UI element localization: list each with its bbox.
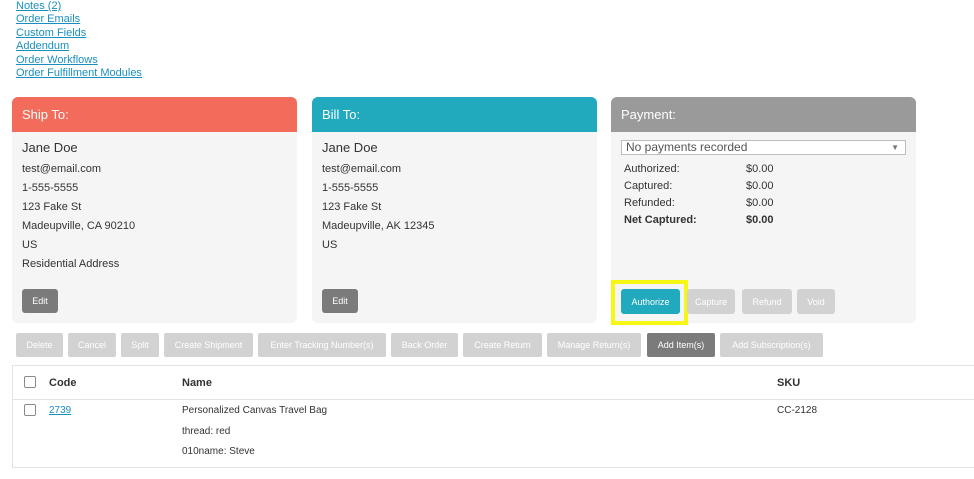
- ship-to-header: Ship To:: [12, 97, 297, 132]
- refunded-label: Refunded:: [624, 196, 675, 209]
- order-links: Notes (2) Order Emails Custom Fields Add…: [16, 0, 142, 80]
- custom-fields-link[interactable]: Custom Fields: [16, 27, 142, 40]
- authorized-label: Authorized:: [624, 162, 680, 175]
- select-all-checkbox[interactable]: [24, 376, 36, 388]
- net-captured-value: $0.00: [746, 213, 774, 226]
- order-workflows-link[interactable]: Order Workflows: [16, 54, 142, 67]
- ship-to-edit-button[interactable]: Edit: [22, 289, 58, 313]
- item-code-link[interactable]: 2739: [49, 405, 71, 416]
- sku-header: SKU: [777, 377, 801, 389]
- ship-to-country: US: [22, 239, 38, 251]
- void-button[interactable]: Void: [797, 289, 835, 314]
- bill-to-name: Jane Doe: [322, 140, 378, 155]
- cancel-button[interactable]: Cancel: [68, 333, 116, 357]
- split-button[interactable]: Split: [121, 333, 159, 357]
- delete-button[interactable]: Delete: [16, 333, 63, 357]
- ship-to-email: test@email.com: [22, 163, 102, 175]
- bill-to-card: Bill To: Jane Doe test@email.com 1-555-5…: [312, 97, 597, 323]
- ship-to-phone: 1-555-5555: [22, 182, 79, 194]
- code-header: Code: [49, 377, 77, 389]
- add-subscriptions-button[interactable]: Add Subscription(s): [720, 333, 823, 357]
- bill-to-header: Bill To:: [312, 97, 597, 132]
- addendum-link[interactable]: Addendum: [16, 40, 142, 53]
- bill-to-street: 123 Fake St: [322, 201, 382, 213]
- notes-link[interactable]: Notes (2): [16, 0, 142, 13]
- create-shipment-button[interactable]: Create Shipment: [164, 333, 253, 357]
- bill-to-city: Madeupville, AK 12345: [322, 220, 435, 232]
- item-option-thread: thread: red: [182, 426, 231, 437]
- ship-to-city: Madeupville, CA 90210: [22, 220, 136, 232]
- net-captured-label: Net Captured:: [624, 213, 697, 226]
- back-order-button[interactable]: Back Order: [391, 333, 458, 357]
- create-return-button[interactable]: Create Return: [463, 333, 542, 357]
- capture-button[interactable]: Capture: [687, 289, 735, 314]
- item-option-name: 010name: Steve: [182, 446, 255, 457]
- item-name: Personalized Canvas Travel Bag: [182, 405, 328, 416]
- ship-to-street: 123 Fake St: [22, 201, 82, 213]
- payment-summary: Authorized: $0.00 Captured: $0.00 Refunded…: [624, 160, 774, 228]
- items-table: Code Name SKU 2739 Personalized Canvas T…: [12, 365, 974, 468]
- order-emails-link[interactable]: Order Emails: [16, 13, 142, 26]
- item-sku: CC-2128: [777, 405, 818, 416]
- bill-to-phone: 1-555-5555: [322, 182, 379, 194]
- payment-select-value: No payments recorded: [626, 140, 748, 154]
- ship-to-card: Ship To: Jane Doe test@email.com 1-555-5…: [12, 97, 297, 323]
- table-header-row: Code Name SKU: [13, 366, 974, 400]
- authorized-value: $0.00: [746, 162, 774, 175]
- refunded-value: $0.00: [746, 196, 774, 209]
- bill-to-edit-button[interactable]: Edit: [322, 289, 358, 313]
- payment-header: Payment:: [611, 97, 916, 132]
- bill-to-country: US: [322, 239, 338, 251]
- ship-to-address-type: Residential Address: [22, 258, 120, 270]
- refund-button[interactable]: Refund: [742, 289, 792, 314]
- row-checkbox[interactable]: [24, 404, 36, 416]
- add-items-button[interactable]: Add Item(s): [647, 333, 715, 357]
- ship-to-name: Jane Doe: [22, 140, 78, 155]
- chevron-down-icon: ▼: [891, 143, 899, 152]
- enter-tracking-button[interactable]: Enter Tracking Number(s): [258, 333, 386, 357]
- captured-value: $0.00: [746, 179, 774, 192]
- order-fulfillment-modules-link[interactable]: Order Fulfillment Modules: [16, 67, 142, 80]
- authorize-button[interactable]: Authorize: [621, 289, 680, 314]
- captured-label: Captured:: [624, 179, 673, 192]
- bill-to-email: test@email.com: [322, 163, 402, 175]
- manage-returns-button[interactable]: Manage Return(s): [547, 333, 641, 357]
- payment-select[interactable]: No payments recorded ▼: [621, 140, 906, 155]
- name-header: Name: [182, 377, 212, 389]
